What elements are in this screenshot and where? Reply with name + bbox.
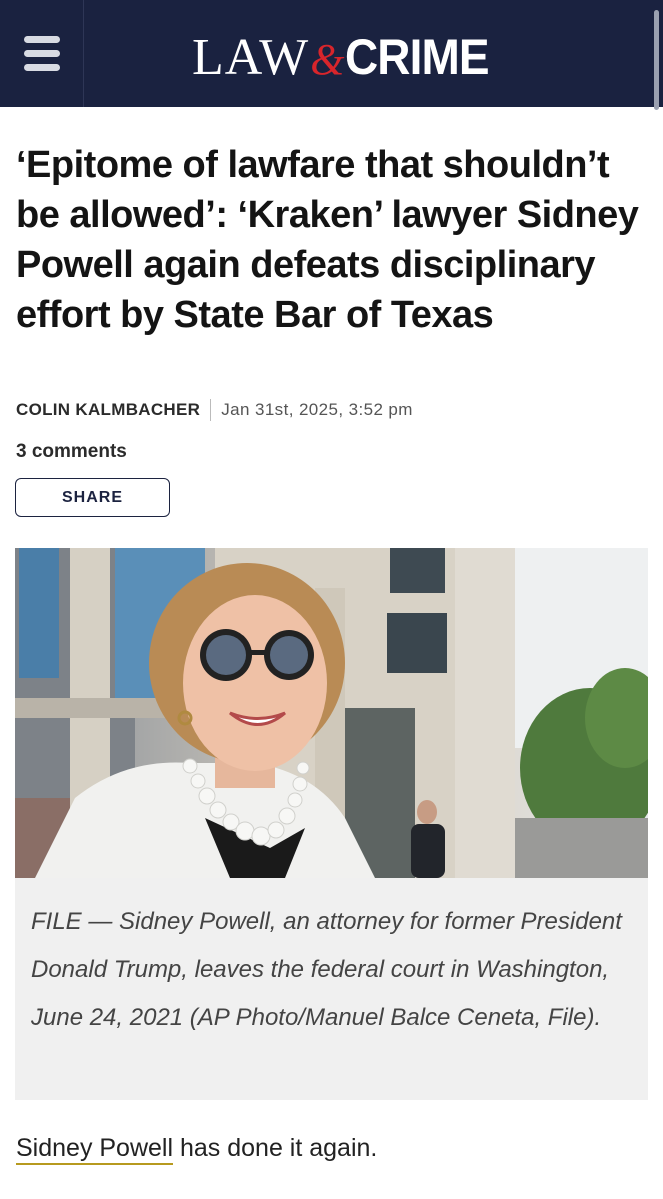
logo-ampersand: &: [310, 35, 345, 84]
article-headline: ‘Epitome of lawfare that shouldn’t be al…: [16, 144, 639, 336]
author-link[interactable]: COLIN KALMBACHER: [16, 400, 200, 420]
article-body-paragraph: Sidney Powell has done it again.: [16, 1134, 378, 1165]
site-logo[interactable]: LAW & CRIME: [192, 28, 502, 86]
hamburger-menu-icon[interactable]: [0, 0, 84, 107]
sidney-powell-link[interactable]: Sidney Powell: [16, 1134, 174, 1165]
byline: COLIN KALMBACHER Jan 31st, 2025, 3:52 pm: [16, 398, 413, 422]
comments-link[interactable]: 3 comments: [16, 441, 127, 463]
scrollbar-thumb[interactable]: [654, 10, 659, 110]
site-header: LAW & CRIME: [0, 0, 663, 110]
logo-law: LAW: [192, 29, 310, 86]
article-photo: [15, 548, 648, 878]
photo-caption: FILE — Sidney Powell, an attorney for fo…: [15, 878, 648, 1100]
share-button[interactable]: SHARE: [15, 478, 170, 517]
logo-crime: CRIME: [345, 29, 490, 85]
publish-date: Jan 31st, 2025, 3:52 pm: [221, 400, 413, 419]
byline-divider: [210, 399, 212, 421]
body-paragraph-text: has done it again.: [173, 1134, 378, 1162]
